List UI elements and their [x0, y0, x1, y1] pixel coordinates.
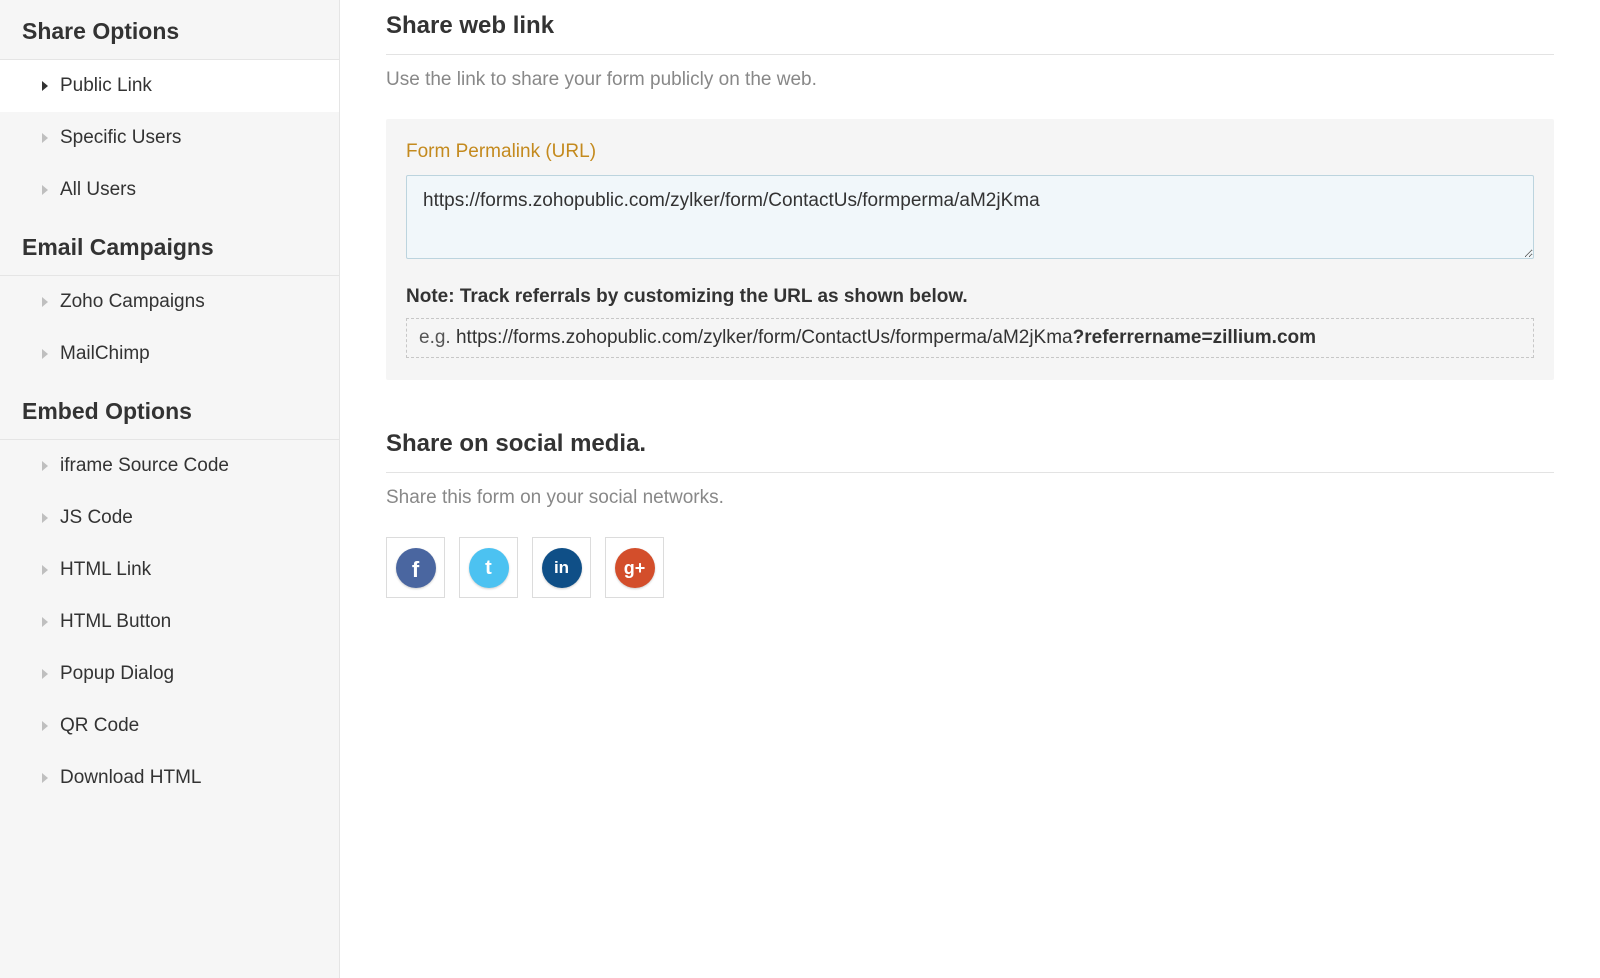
sidebar-item-label: MailChimp	[60, 343, 150, 365]
sidebar-item-label: HTML Button	[60, 611, 171, 633]
chevron-right-icon	[42, 185, 48, 195]
chevron-right-icon	[42, 81, 48, 91]
sidebar-item-label: Specific Users	[60, 127, 181, 149]
googleplus-icon: g+	[615, 548, 655, 588]
main-content: Share web link Use the link to share you…	[340, 0, 1600, 978]
chevron-right-icon	[42, 565, 48, 575]
sidebar-item-iframe-source[interactable]: iframe Source Code	[0, 440, 339, 492]
sidebar-item-label: QR Code	[60, 715, 139, 737]
share-facebook-button[interactable]: f	[386, 537, 445, 598]
share-twitter-button[interactable]: t	[459, 537, 518, 598]
chevron-right-icon	[42, 773, 48, 783]
sidebar-item-html-button[interactable]: HTML Button	[0, 596, 339, 648]
share-googleplus-button[interactable]: g+	[605, 537, 664, 598]
facebook-icon: f	[396, 548, 436, 588]
sidebar-item-html-link[interactable]: HTML Link	[0, 544, 339, 596]
permalink-panel: Form Permalink (URL) Note: Track referra…	[386, 119, 1554, 380]
sidebar-item-label: HTML Link	[60, 559, 151, 581]
sidebar-item-download-html[interactable]: Download HTML	[0, 752, 339, 804]
sidebar-item-zoho-campaigns[interactable]: Zoho Campaigns	[0, 276, 339, 328]
page-title: Share web link	[386, 12, 1554, 55]
linkedin-icon: in	[542, 548, 582, 588]
sidebar-item-js-code[interactable]: JS Code	[0, 492, 339, 544]
page-subtitle: Use the link to share your form publicly…	[386, 69, 1554, 91]
sidebar-item-label: Download HTML	[60, 767, 202, 789]
referral-note: Note: Track referrals by customizing the…	[406, 286, 1534, 308]
chevron-right-icon	[42, 721, 48, 731]
permalink-input[interactable]	[406, 175, 1534, 259]
chevron-right-icon	[42, 617, 48, 627]
sidebar-item-label: Zoho Campaigns	[60, 291, 205, 313]
chevron-right-icon	[42, 133, 48, 143]
note-text: Track referrals by customizing the URL a…	[460, 286, 968, 307]
share-linkedin-button[interactable]: in	[532, 537, 591, 598]
referral-example: e.g. https://forms.zohopublic.com/zylker…	[406, 318, 1534, 358]
sidebar-item-specific-users[interactable]: Specific Users	[0, 112, 339, 164]
social-section-subtitle: Share this form on your social networks.	[386, 487, 1554, 509]
sidebar-item-label: JS Code	[60, 507, 133, 529]
social-buttons-row: f t in g+	[386, 537, 1554, 598]
twitter-icon: t	[469, 548, 509, 588]
sidebar-item-popup-dialog[interactable]: Popup Dialog	[0, 648, 339, 700]
sidebar-item-label: All Users	[60, 179, 136, 201]
sidebar-item-qr-code[interactable]: QR Code	[0, 700, 339, 752]
example-query: ?referrername=zillium.com	[1073, 327, 1316, 348]
chevron-right-icon	[42, 669, 48, 679]
sidebar-item-label: Popup Dialog	[60, 663, 174, 685]
social-section-title: Share on social media.	[386, 430, 1554, 473]
sidebar-section-email-campaigns: Email Campaigns	[0, 216, 339, 276]
chevron-right-icon	[42, 513, 48, 523]
sidebar-item-label: Public Link	[60, 75, 152, 97]
sidebar: Share Options Public Link Specific Users…	[0, 0, 340, 978]
sidebar-item-mailchimp[interactable]: MailChimp	[0, 328, 339, 380]
example-url: https://forms.zohopublic.com/zylker/form…	[456, 327, 1073, 348]
permalink-label: Form Permalink (URL)	[406, 141, 1534, 163]
example-prefix: e.g.	[419, 327, 451, 348]
sidebar-section-embed-options: Embed Options	[0, 380, 339, 440]
chevron-right-icon	[42, 297, 48, 307]
sidebar-item-all-users[interactable]: All Users	[0, 164, 339, 216]
chevron-right-icon	[42, 461, 48, 471]
sidebar-item-label: iframe Source Code	[60, 455, 229, 477]
sidebar-section-share-options: Share Options	[0, 0, 339, 60]
sidebar-item-public-link[interactable]: Public Link	[0, 60, 339, 112]
note-prefix: Note:	[406, 286, 455, 307]
chevron-right-icon	[42, 349, 48, 359]
